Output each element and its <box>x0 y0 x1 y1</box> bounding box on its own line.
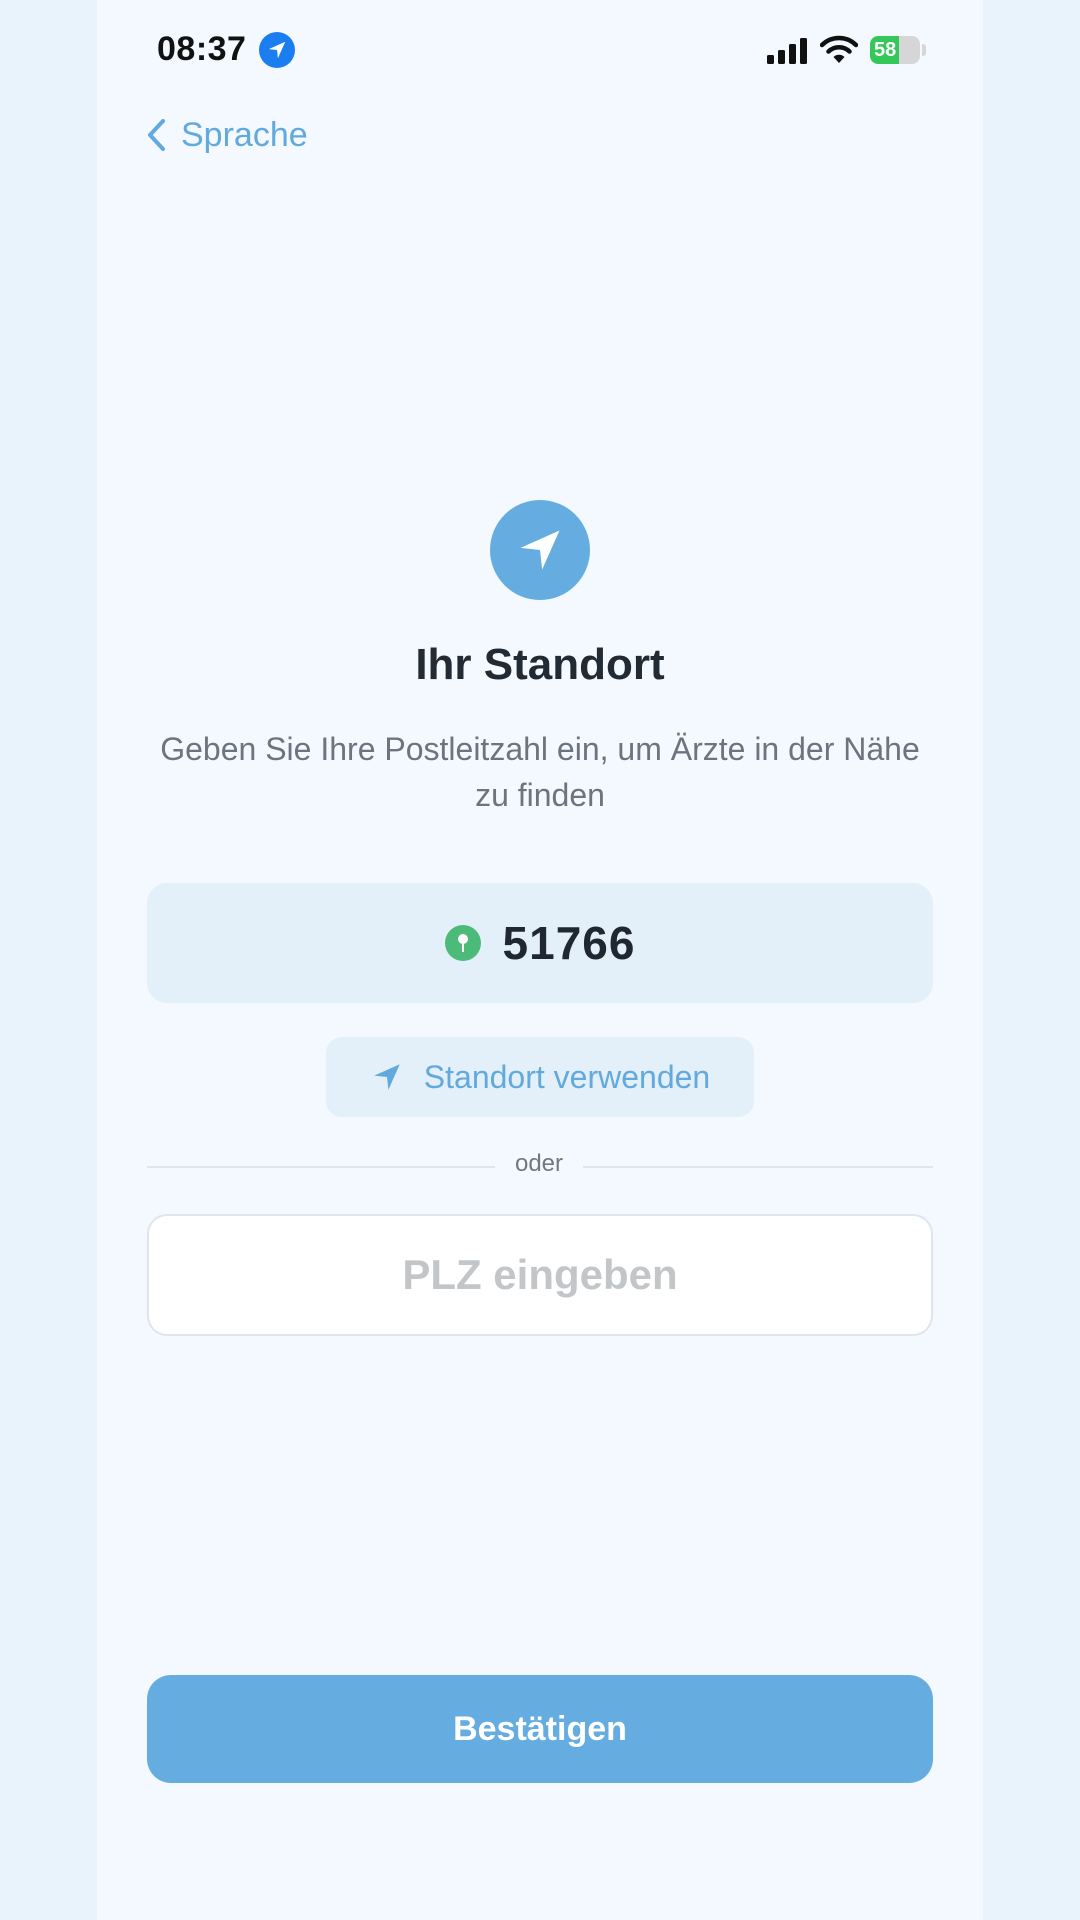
location-arrow-icon <box>374 1064 400 1090</box>
divider-line-right <box>583 1166 933 1168</box>
location-arrow-icon <box>490 500 590 600</box>
use-location-button[interactable]: Standort verwenden <box>326 1037 754 1117</box>
back-button[interactable]: Sprache <box>145 110 308 160</box>
battery-percent: 58 <box>874 39 897 61</box>
chevron-left-icon <box>148 119 165 151</box>
map-pin-icon <box>444 925 481 961</box>
use-location-label: Standort verwenden <box>423 1058 711 1095</box>
confirm-button[interactable]: Bestätigen <box>147 1675 933 1783</box>
postal-code-input[interactable] <box>147 1214 933 1336</box>
divider-label: oder <box>514 1150 564 1177</box>
divider-line-left <box>147 1166 495 1168</box>
phone-screen: 08:37 58 Sprache Ihr Standort Geben Sie … <box>97 0 983 1920</box>
status-time: 08:37 <box>157 30 247 68</box>
detected-postal-code-card: 51766 <box>147 883 933 1003</box>
location-active-icon <box>259 32 295 68</box>
page-title: Ihr Standort <box>415 640 665 689</box>
back-label: Sprache <box>181 115 308 154</box>
battery-indicator: 58 <box>870 36 920 64</box>
cellular-signal-icon <box>767 38 807 64</box>
detected-postal-code: 51766 <box>502 917 636 969</box>
page-subtitle: Geben Sie Ihre Postleitzahl ein, um Ärzt… <box>160 731 920 813</box>
battery-tip <box>922 44 926 56</box>
wifi-icon <box>820 35 858 63</box>
